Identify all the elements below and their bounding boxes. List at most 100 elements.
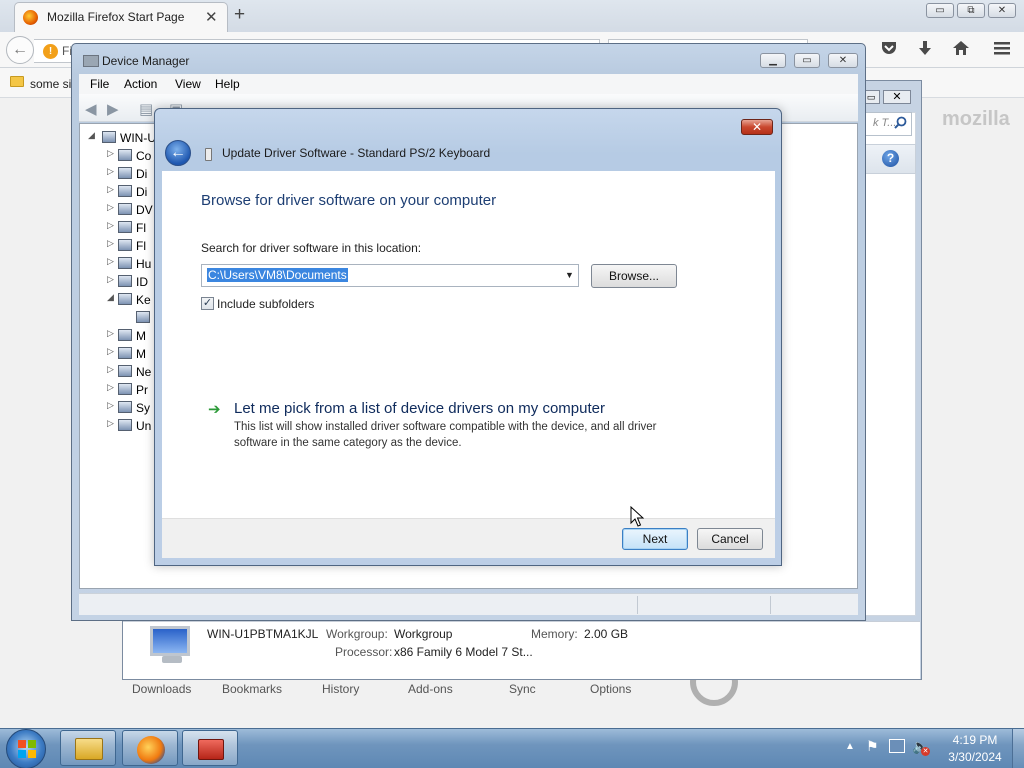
taskbar-windows-explorer[interactable] bbox=[60, 730, 116, 766]
downloads-link[interactable]: Downloads bbox=[132, 682, 191, 696]
menu-help[interactable]: Help bbox=[215, 77, 240, 91]
menu-view[interactable]: View bbox=[175, 77, 201, 91]
include-subfolders-label[interactable]: Include subfolders bbox=[217, 297, 314, 311]
back-icon[interactable]: ← bbox=[6, 36, 34, 64]
expand-arrow-icon[interactable]: ▷ bbox=[107, 346, 114, 357]
workgroup-label: Workgroup: bbox=[326, 627, 388, 641]
restore-button[interactable]: ⧉ bbox=[957, 3, 985, 18]
tree-item[interactable]: ▷ M bbox=[80, 327, 160, 345]
expand-arrow-icon[interactable]: ▷ bbox=[107, 274, 114, 285]
launcher-bar: Downloads Bookmarks History Add-ons Sync… bbox=[120, 682, 640, 702]
tree-item[interactable]: ▷ Ne bbox=[80, 363, 160, 381]
collapse-arrow-icon[interactable]: ◢ bbox=[88, 130, 95, 141]
tree-item[interactable]: ▷ Di bbox=[80, 183, 160, 201]
tree-item[interactable]: ▷ Un bbox=[80, 417, 160, 435]
expand-arrow-icon[interactable]: ▷ bbox=[107, 418, 114, 429]
expand-arrow-icon[interactable]: ▷ bbox=[107, 202, 114, 213]
tab-mozilla-start-page[interactable]: Mozilla Firefox Start Page ✕ bbox=[14, 2, 228, 32]
taskbar-device-manager[interactable] bbox=[182, 730, 238, 766]
close-button[interactable]: ✕ bbox=[883, 90, 911, 104]
identity-icon[interactable]: ! bbox=[43, 44, 58, 59]
next-button[interactable]: Next bbox=[622, 528, 688, 550]
tree-label: DV bbox=[136, 203, 153, 217]
sync-link[interactable]: Sync bbox=[509, 682, 536, 696]
close-button[interactable]: ✕ bbox=[988, 3, 1016, 18]
menu-action[interactable]: Action bbox=[124, 77, 157, 91]
tree-item[interactable]: ▷ Hu bbox=[80, 255, 160, 273]
tree-item-keyboards[interactable]: ◢ Ke bbox=[80, 291, 160, 309]
show-hidden-icons-icon[interactable]: ▲ bbox=[845, 741, 855, 752]
help-icon[interactable]: ? bbox=[882, 150, 899, 167]
processor-icon bbox=[118, 383, 132, 395]
expand-arrow-icon[interactable]: ▷ bbox=[107, 256, 114, 267]
usb-icon bbox=[118, 419, 132, 431]
history-link[interactable]: History bbox=[322, 682, 359, 696]
driver-path-combobox[interactable]: C:\Users\VM8\Documents ▼ bbox=[201, 264, 579, 287]
device-icon bbox=[118, 185, 132, 197]
action-center-flag-icon[interactable]: ⚑ bbox=[866, 738, 879, 755]
cancel-button[interactable]: Cancel bbox=[697, 528, 763, 550]
collapse-arrow-icon[interactable]: ◢ bbox=[107, 292, 114, 303]
green-arrow-icon: ➔ bbox=[208, 401, 221, 418]
maximize-button[interactable]: ▭ bbox=[794, 53, 820, 68]
close-button[interactable]: ✕ bbox=[741, 119, 773, 135]
minimize-button[interactable]: ▁ bbox=[760, 53, 786, 68]
expand-arrow-icon[interactable]: ▷ bbox=[107, 148, 114, 159]
bookmarks-link[interactable]: Bookmarks bbox=[222, 682, 282, 696]
options-link[interactable]: Options bbox=[590, 682, 631, 696]
dropdown-arrow-icon[interactable]: ▼ bbox=[565, 270, 574, 280]
addons-link[interactable]: Add-ons bbox=[408, 682, 453, 696]
network-icon[interactable] bbox=[889, 739, 905, 753]
back-arrow-icon[interactable]: ← bbox=[165, 140, 191, 166]
tree-root[interactable]: ◢ WIN-U bbox=[80, 129, 160, 147]
tab-close-icon[interactable]: ✕ bbox=[205, 8, 218, 26]
close-button[interactable]: ✕ bbox=[828, 53, 858, 68]
tree-label: Un bbox=[136, 419, 152, 433]
pick-from-list-link[interactable]: Let me pick from a list of device driver… bbox=[234, 400, 605, 417]
expand-arrow-icon[interactable]: ▷ bbox=[107, 220, 114, 231]
muted-badge-icon: ✕ bbox=[921, 747, 930, 756]
expand-arrow-icon[interactable]: ▷ bbox=[107, 400, 114, 411]
expand-arrow-icon[interactable]: ▷ bbox=[107, 364, 114, 375]
new-tab-button[interactable]: + bbox=[234, 4, 245, 26]
browse-button[interactable]: Browse... bbox=[591, 264, 677, 288]
pocket-icon[interactable] bbox=[880, 40, 898, 61]
tree-item[interactable]: ▷ Co bbox=[80, 147, 160, 165]
tree-item[interactable]: ▷ M bbox=[80, 345, 160, 363]
tree-item[interactable]: ▷ Fl bbox=[80, 237, 160, 255]
include-subfolders-checkbox[interactable]: ✓ bbox=[201, 297, 214, 310]
dialog-footer: Next Cancel bbox=[162, 518, 775, 558]
tree-item[interactable]: ▷ Sy bbox=[80, 399, 160, 417]
expand-arrow-icon[interactable]: ▷ bbox=[107, 382, 114, 393]
search-icon[interactable] bbox=[894, 116, 907, 132]
tree-item[interactable]: ▷ Fl bbox=[80, 219, 160, 237]
side-pane bbox=[864, 112, 916, 616]
tree-item[interactable]: ▷ Di bbox=[80, 165, 160, 183]
driver-path-value[interactable]: C:\Users\VM8\Documents bbox=[207, 268, 348, 282]
bookmark-item[interactable]: some si bbox=[30, 77, 71, 91]
expand-arrow-icon[interactable]: ▷ bbox=[107, 238, 114, 249]
taskbar-firefox[interactable] bbox=[122, 730, 178, 766]
forward-arrow-icon[interactable]: ▶ bbox=[107, 100, 119, 118]
show-desktop-button[interactable] bbox=[1012, 729, 1024, 768]
tree-item[interactable]: ▷ ID bbox=[80, 273, 160, 291]
menu-file[interactable]: File bbox=[90, 77, 109, 91]
expand-arrow-icon[interactable]: ▷ bbox=[107, 184, 114, 195]
status-divider bbox=[770, 596, 771, 614]
expand-arrow-icon[interactable]: ▷ bbox=[107, 166, 114, 177]
tree-item-keyboard-device[interactable] bbox=[80, 309, 160, 327]
clock-date[interactable]: 3/30/2024 bbox=[943, 750, 1007, 764]
download-icon[interactable] bbox=[917, 40, 933, 61]
back-arrow-icon[interactable]: ◀ bbox=[85, 100, 97, 118]
tree-item[interactable]: ▷ Pr bbox=[80, 381, 160, 399]
keyboard-icon bbox=[118, 293, 132, 305]
minimize-button[interactable]: ▭ bbox=[926, 3, 954, 18]
start-button[interactable] bbox=[6, 729, 46, 768]
home-icon[interactable] bbox=[952, 40, 970, 61]
clock-time[interactable]: 4:19 PM bbox=[950, 733, 1000, 747]
expand-arrow-icon[interactable]: ▷ bbox=[107, 328, 114, 339]
properties-icon[interactable]: ▤ bbox=[139, 100, 153, 118]
update-driver-dialog: ✕ ← Update Driver Software - Standard PS… bbox=[154, 108, 782, 566]
menu-icon[interactable] bbox=[994, 40, 1010, 61]
tree-item[interactable]: ▷ DV bbox=[80, 201, 160, 219]
